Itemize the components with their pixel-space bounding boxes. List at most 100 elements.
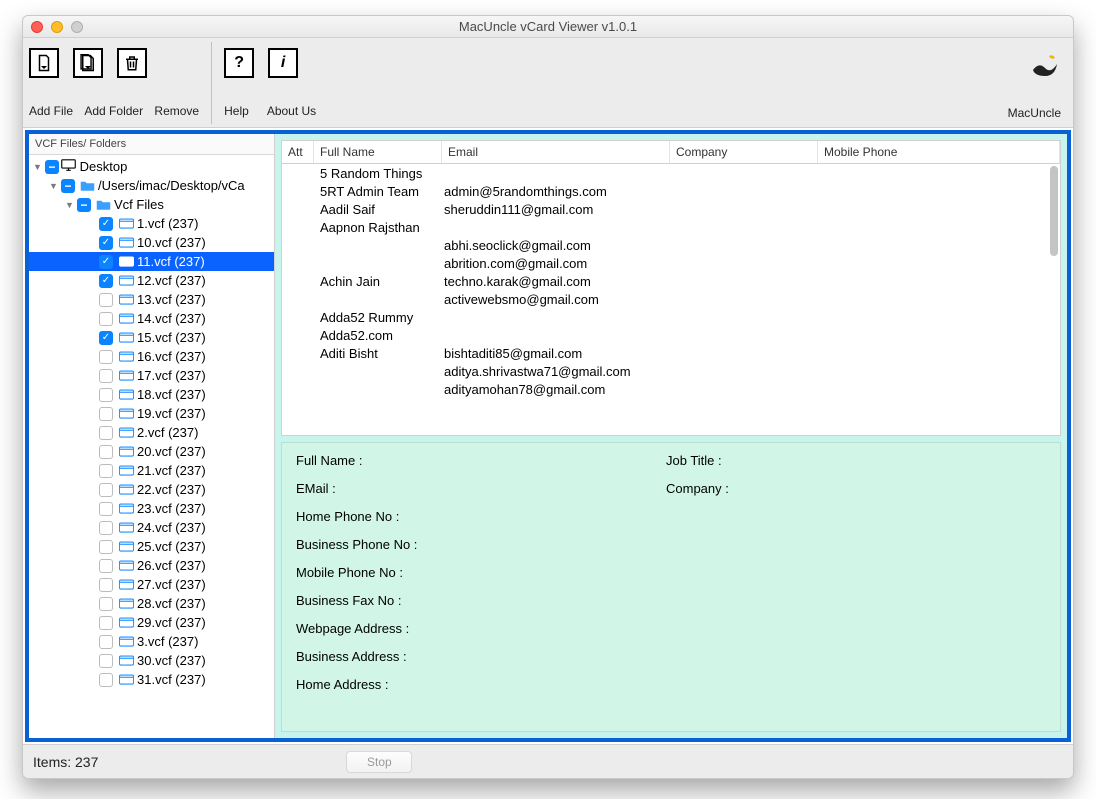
tree-file[interactable]: ✓11.vcf (237) xyxy=(29,252,274,271)
tree-file[interactable]: 13.vcf (237) xyxy=(29,290,274,309)
tree-file[interactable]: 27.vcf (237) xyxy=(29,575,274,594)
tree-file[interactable]: 29.vcf (237) xyxy=(29,613,274,632)
file-checkbox[interactable] xyxy=(99,369,113,383)
tree-file[interactable]: 28.vcf (237) xyxy=(29,594,274,613)
table-row[interactable]: aditya.shrivastwa71@gmail.com xyxy=(282,362,1060,380)
file-checkbox[interactable] xyxy=(99,388,113,402)
file-checkbox[interactable] xyxy=(99,483,113,497)
about-label[interactable]: About Us xyxy=(267,104,316,118)
collapse-icon[interactable]: − xyxy=(77,198,91,212)
add-file-label[interactable]: Add File xyxy=(29,104,73,118)
tree-file[interactable]: 14.vcf (237) xyxy=(29,309,274,328)
table-row[interactable]: 5RT Admin Teamadmin@5randomthings.com xyxy=(282,182,1060,200)
tree-file[interactable]: 25.vcf (237) xyxy=(29,537,274,556)
tree-file[interactable]: 19.vcf (237) xyxy=(29,404,274,423)
file-checkbox[interactable] xyxy=(99,293,113,307)
tree-file[interactable]: 23.vcf (237) xyxy=(29,499,274,518)
tree-file[interactable]: 26.vcf (237) xyxy=(29,556,274,575)
help-label[interactable]: Help xyxy=(224,104,249,118)
table-row[interactable]: Achin Jaintechno.karak@gmail.com xyxy=(282,272,1060,290)
detail-homeaddr: Home Address : xyxy=(296,677,1046,705)
vcard-icon xyxy=(119,312,134,325)
file-checkbox[interactable]: ✓ xyxy=(99,274,113,288)
tree-file[interactable]: 20.vcf (237) xyxy=(29,442,274,461)
col-att[interactable]: Att xyxy=(282,141,314,163)
about-button[interactable]: i xyxy=(268,48,298,78)
brand-label[interactable]: MacUncle xyxy=(1008,106,1061,120)
file-checkbox[interactable] xyxy=(99,597,113,611)
tree-file[interactable]: 3.vcf (237) xyxy=(29,632,274,651)
file-tree[interactable]: ▼− Desktop▼−/Users/imac/Desktop/vCa▼−Vcf… xyxy=(29,155,274,738)
stop-button[interactable]: Stop xyxy=(346,751,412,773)
file-checkbox[interactable] xyxy=(99,426,113,440)
cell-fullname: 5RT Admin Team xyxy=(314,184,442,199)
collapse-icon[interactable]: − xyxy=(61,179,75,193)
remove-button[interactable] xyxy=(117,48,147,78)
col-email[interactable]: Email xyxy=(442,141,670,163)
file-checkbox[interactable] xyxy=(99,559,113,573)
tree-file[interactable]: ✓1.vcf (237) xyxy=(29,214,274,233)
tree-file[interactable]: ✓15.vcf (237) xyxy=(29,328,274,347)
file-checkbox[interactable] xyxy=(99,521,113,535)
file-checkbox[interactable] xyxy=(99,312,113,326)
file-checkbox[interactable] xyxy=(99,502,113,516)
file-checkbox[interactable]: ✓ xyxy=(99,331,113,345)
file-checkbox[interactable] xyxy=(99,540,113,554)
tree-file[interactable]: 21.vcf (237) xyxy=(29,461,274,480)
table-scrollbar[interactable] xyxy=(1050,166,1058,256)
col-mobile[interactable]: Mobile Phone xyxy=(818,141,1060,163)
file-checkbox[interactable] xyxy=(99,578,113,592)
table-row[interactable]: abrition.com@gmail.com xyxy=(282,254,1060,272)
table-row[interactable]: adityamohan78@gmail.com xyxy=(282,380,1060,398)
table-row[interactable]: Aapnon Rajsthan xyxy=(282,218,1060,236)
tree-file[interactable]: ✓10.vcf (237) xyxy=(29,233,274,252)
table-row[interactable]: Aditi Bishtbishtaditi85@gmail.com xyxy=(282,344,1060,362)
tree-path[interactable]: ▼−/Users/imac/Desktop/vCa xyxy=(29,176,274,195)
cell-email: admin@5randomthings.com xyxy=(442,184,670,199)
tree-file[interactable]: 30.vcf (237) xyxy=(29,651,274,670)
tree-file[interactable]: 31.vcf (237) xyxy=(29,670,274,689)
file-checkbox[interactable] xyxy=(99,635,113,649)
tree-header: VCF Files/ Folders xyxy=(29,134,274,155)
file-checkbox[interactable] xyxy=(99,407,113,421)
file-checkbox[interactable]: ✓ xyxy=(99,236,113,250)
col-company[interactable]: Company xyxy=(670,141,818,163)
help-button[interactable]: ? xyxy=(224,48,254,78)
tree-folder[interactable]: ▼−Vcf Files xyxy=(29,195,274,214)
table-row[interactable]: Adda52.com xyxy=(282,326,1060,344)
add-folder-label[interactable]: Add Folder xyxy=(84,104,143,118)
add-file-button[interactable] xyxy=(29,48,59,78)
collapse-icon[interactable]: − xyxy=(45,160,59,174)
table-row[interactable]: Aadil Saifsheruddin111@gmail.com xyxy=(282,200,1060,218)
tree-file[interactable]: 22.vcf (237) xyxy=(29,480,274,499)
vcard-icon xyxy=(119,236,134,249)
table-row[interactable]: 5 Random Things xyxy=(282,164,1060,182)
remove-label[interactable]: Remove xyxy=(154,104,199,118)
file-checkbox[interactable]: ✓ xyxy=(99,255,113,269)
file-checkbox[interactable] xyxy=(99,616,113,630)
file-checkbox[interactable]: ✓ xyxy=(99,217,113,231)
tree-root[interactable]: ▼− Desktop xyxy=(29,157,274,176)
table-row[interactable]: abhi.seoclick@gmail.com xyxy=(282,236,1060,254)
file-checkbox[interactable] xyxy=(99,445,113,459)
detail-email: EMail : xyxy=(296,481,666,509)
tree-file[interactable]: 2.vcf (237) xyxy=(29,423,274,442)
file-checkbox[interactable] xyxy=(99,350,113,364)
file-checkbox[interactable] xyxy=(99,673,113,687)
titlebar: MacUncle vCard Viewer v1.0.1 xyxy=(23,16,1073,38)
tree-file[interactable]: 24.vcf (237) xyxy=(29,518,274,537)
file-checkbox[interactable] xyxy=(99,654,113,668)
file-checkbox[interactable] xyxy=(99,464,113,478)
tree-file[interactable]: 18.vcf (237) xyxy=(29,385,274,404)
tree-file[interactable]: 16.vcf (237) xyxy=(29,347,274,366)
file-name: 20.vcf (237) xyxy=(137,444,206,459)
tree-file[interactable]: ✓12.vcf (237) xyxy=(29,271,274,290)
vcard-icon xyxy=(119,616,134,629)
table-body[interactable]: 5 Random Things5RT Admin Teamadmin@5rand… xyxy=(282,164,1060,435)
table-row[interactable]: Adda52 Rummy xyxy=(282,308,1060,326)
tree-file[interactable]: 17.vcf (237) xyxy=(29,366,274,385)
col-fullname[interactable]: Full Name xyxy=(314,141,442,163)
add-folder-button[interactable] xyxy=(73,48,103,78)
cell-fullname: Aapnon Rajsthan xyxy=(314,220,442,235)
table-row[interactable]: activewebsmo@gmail.com xyxy=(282,290,1060,308)
